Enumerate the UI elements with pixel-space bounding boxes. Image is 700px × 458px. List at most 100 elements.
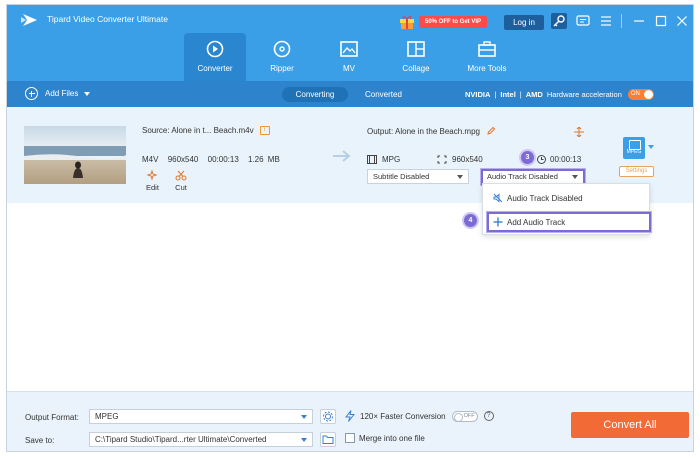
magic-wand-icon <box>146 170 159 181</box>
mv-image-icon <box>340 41 358 57</box>
cut-button[interactable]: Cut <box>175 170 187 192</box>
resize-icon <box>437 155 447 164</box>
plus-icon <box>493 217 503 227</box>
title-divider <box>621 14 622 28</box>
output-duration-info: 00:00:13 <box>537 155 581 164</box>
converter-icon <box>206 40 224 58</box>
save-to-select[interactable]: C:\Tipard Studio\Tipard...rter Ultimate\… <box>89 432 313 447</box>
gpu-nvidia: NVIDIA <box>465 90 491 99</box>
menu-icon[interactable] <box>598 13 614 29</box>
promo-label: 50% OFF to Get VIP <box>419 16 488 28</box>
feedback-icon[interactable] <box>575 13 591 29</box>
app-window: Tipard Video Converter Ultimate 50% OFF … <box>6 4 694 452</box>
tab-mv[interactable]: MV <box>318 33 380 81</box>
compress-icon[interactable] <box>574 127 584 137</box>
output-duration: 00:00:13 <box>550 155 582 164</box>
close-icon[interactable] <box>674 13 690 29</box>
login-button[interactable]: Log in <box>504 15 544 30</box>
maximize-icon[interactable] <box>653 13 669 29</box>
tab-converted[interactable]: Converted <box>365 87 402 102</box>
video-thumbnail[interactable] <box>24 126 126 184</box>
tab-more-tools-label: More Tools <box>467 64 507 73</box>
tab-collage[interactable]: Collage <box>385 33 447 81</box>
tab-more-tools[interactable]: More Tools <box>456 33 518 81</box>
source-size: 1.26 MB <box>248 155 280 164</box>
gpu-separator: | <box>519 90 522 99</box>
tab-converting[interactable]: Converting <box>282 87 348 102</box>
add-files-button[interactable]: Add Files <box>25 87 91 100</box>
header: Tipard Video Converter Ultimate 50% OFF … <box>7 5 693 81</box>
format-settings-button[interactable] <box>320 409 336 424</box>
audio-disabled-icon <box>493 193 503 203</box>
source-duration: 00:00:13 <box>207 155 239 164</box>
chevron-down-icon <box>572 175 578 179</box>
key-icon <box>553 15 565 27</box>
film-icon <box>367 155 377 164</box>
lightning-icon <box>345 410 355 422</box>
beach-thumbnail-image <box>24 126 126 184</box>
tab-ripper[interactable]: Ripper <box>251 33 313 81</box>
output-format-label: Output Format: <box>25 413 79 422</box>
hw-accel-label: Hardware acceleration <box>546 90 622 99</box>
merge-checkbox[interactable] <box>345 433 355 443</box>
add-files-label: Add Files <box>45 89 79 98</box>
gift-icon <box>400 16 414 29</box>
save-to-label: Save to: <box>25 436 55 445</box>
minimize-icon[interactable] <box>631 13 647 29</box>
collage-grid-icon <box>407 41 425 57</box>
chevron-down-icon[interactable] <box>84 91 91 96</box>
info-icon[interactable]: i <box>259 126 270 135</box>
merge-option[interactable]: Merge into one file <box>345 433 425 443</box>
output-resolution: 960x540 <box>452 155 483 164</box>
output-filename: Output: Alone in the Beach.mpg <box>367 126 480 136</box>
gear-icon <box>323 411 333 422</box>
hw-accel-toggle[interactable]: ON <box>627 89 654 100</box>
tab-converter-label: Converter <box>197 64 233 73</box>
ripper-disc-icon <box>273 40 291 58</box>
subtitle-select[interactable]: Subtitle Disabled <box>367 169 469 184</box>
app-logo-icon <box>21 14 37 26</box>
dropdown-item-audio-disabled[interactable]: Audio Track Disabled <box>483 188 649 208</box>
scissors-icon <box>175 170 187 181</box>
output-format: MPG <box>382 155 401 164</box>
audio-track-dropdown: Audio Track Disabled Add Audio Track <box>482 183 651 235</box>
step-badge-3: 3 <box>521 151 534 164</box>
faster-conversion: 120× Faster Conversion OFF ? <box>345 410 494 422</box>
gpu-intel: Intel <box>500 90 516 99</box>
dropdown-item-add-audio-track[interactable]: Add Audio Track <box>487 212 651 232</box>
merge-label: Merge into one file <box>359 433 425 443</box>
tab-collage-label: Collage <box>402 64 430 73</box>
edit-label: Edit <box>146 183 159 192</box>
convert-arrow-icon <box>333 150 351 162</box>
step-badge-4: 4 <box>464 214 477 227</box>
faster-toggle[interactable]: OFF <box>451 410 478 422</box>
output-format-info: MPG <box>367 155 400 164</box>
edit-button[interactable]: Edit <box>146 170 159 192</box>
hardware-acceleration: NVIDIA | Intel | AMD Hardware accelerati… <box>465 87 654 102</box>
source-meta: M4V 960x540 00:00:13 1.26 MB <box>142 155 285 164</box>
add-icon <box>25 87 38 100</box>
tab-mv-label: MV <box>343 64 355 73</box>
open-folder-button[interactable] <box>320 432 336 447</box>
vip-promo[interactable]: 50% OFF to Get VIP <box>399 14 488 30</box>
source-format: M4V <box>142 155 159 164</box>
output-format-button[interactable]: MPEG <box>623 137 645 159</box>
output-format-select[interactable]: MPEG <box>89 409 313 424</box>
gpu-amd: AMD <box>525 90 543 99</box>
chevron-down-icon <box>301 438 307 442</box>
pencil-icon[interactable] <box>486 126 496 136</box>
chevron-down-icon[interactable] <box>648 145 654 149</box>
convert-all-button[interactable]: Convert All <box>571 412 689 438</box>
key-button[interactable] <box>551 13 567 29</box>
toolbox-icon <box>478 41 496 57</box>
help-icon[interactable]: ? <box>483 411 494 421</box>
source-resolution: 960x540 <box>167 155 199 164</box>
output-resolution-info: 960x540 <box>437 155 483 164</box>
footer: Output Format: MPEG 120× Faster Conversi… <box>7 391 693 451</box>
source-filename: Source: Alone in t... Beach.m4v <box>142 126 254 135</box>
chevron-down-icon <box>457 175 463 179</box>
chevron-down-icon <box>301 415 307 419</box>
settings-button[interactable]: Settings <box>619 166 654 177</box>
tab-converter[interactable]: Converter <box>184 33 246 81</box>
app-title: Tipard Video Converter Ultimate <box>47 14 168 24</box>
